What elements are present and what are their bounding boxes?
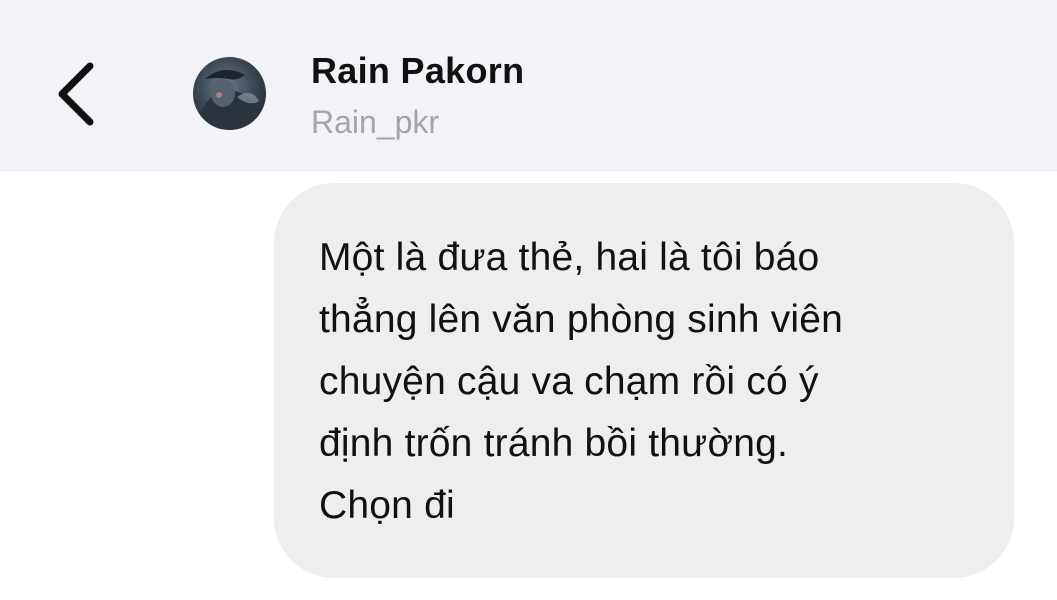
avatar[interactable] (193, 57, 266, 130)
chevron-left-icon (58, 62, 94, 126)
chat-screen: Rain Pakorn Rain_pkr Một là đưa thẻ, hai… (0, 0, 1057, 600)
message-text: Một là đưa thẻ, hai là tôi báo thẳng lên… (319, 236, 844, 527)
contact-name: Rain Pakorn (311, 50, 525, 91)
chat-header: Rain Pakorn Rain_pkr (0, 0, 1057, 171)
avatar-image (193, 57, 266, 130)
back-button[interactable] (44, 56, 108, 132)
contact-handle: Rain_pkr (311, 104, 440, 140)
incoming-message-bubble[interactable]: Một là đưa thẻ, hai là tôi báo thẳng lên… (274, 183, 1014, 578)
